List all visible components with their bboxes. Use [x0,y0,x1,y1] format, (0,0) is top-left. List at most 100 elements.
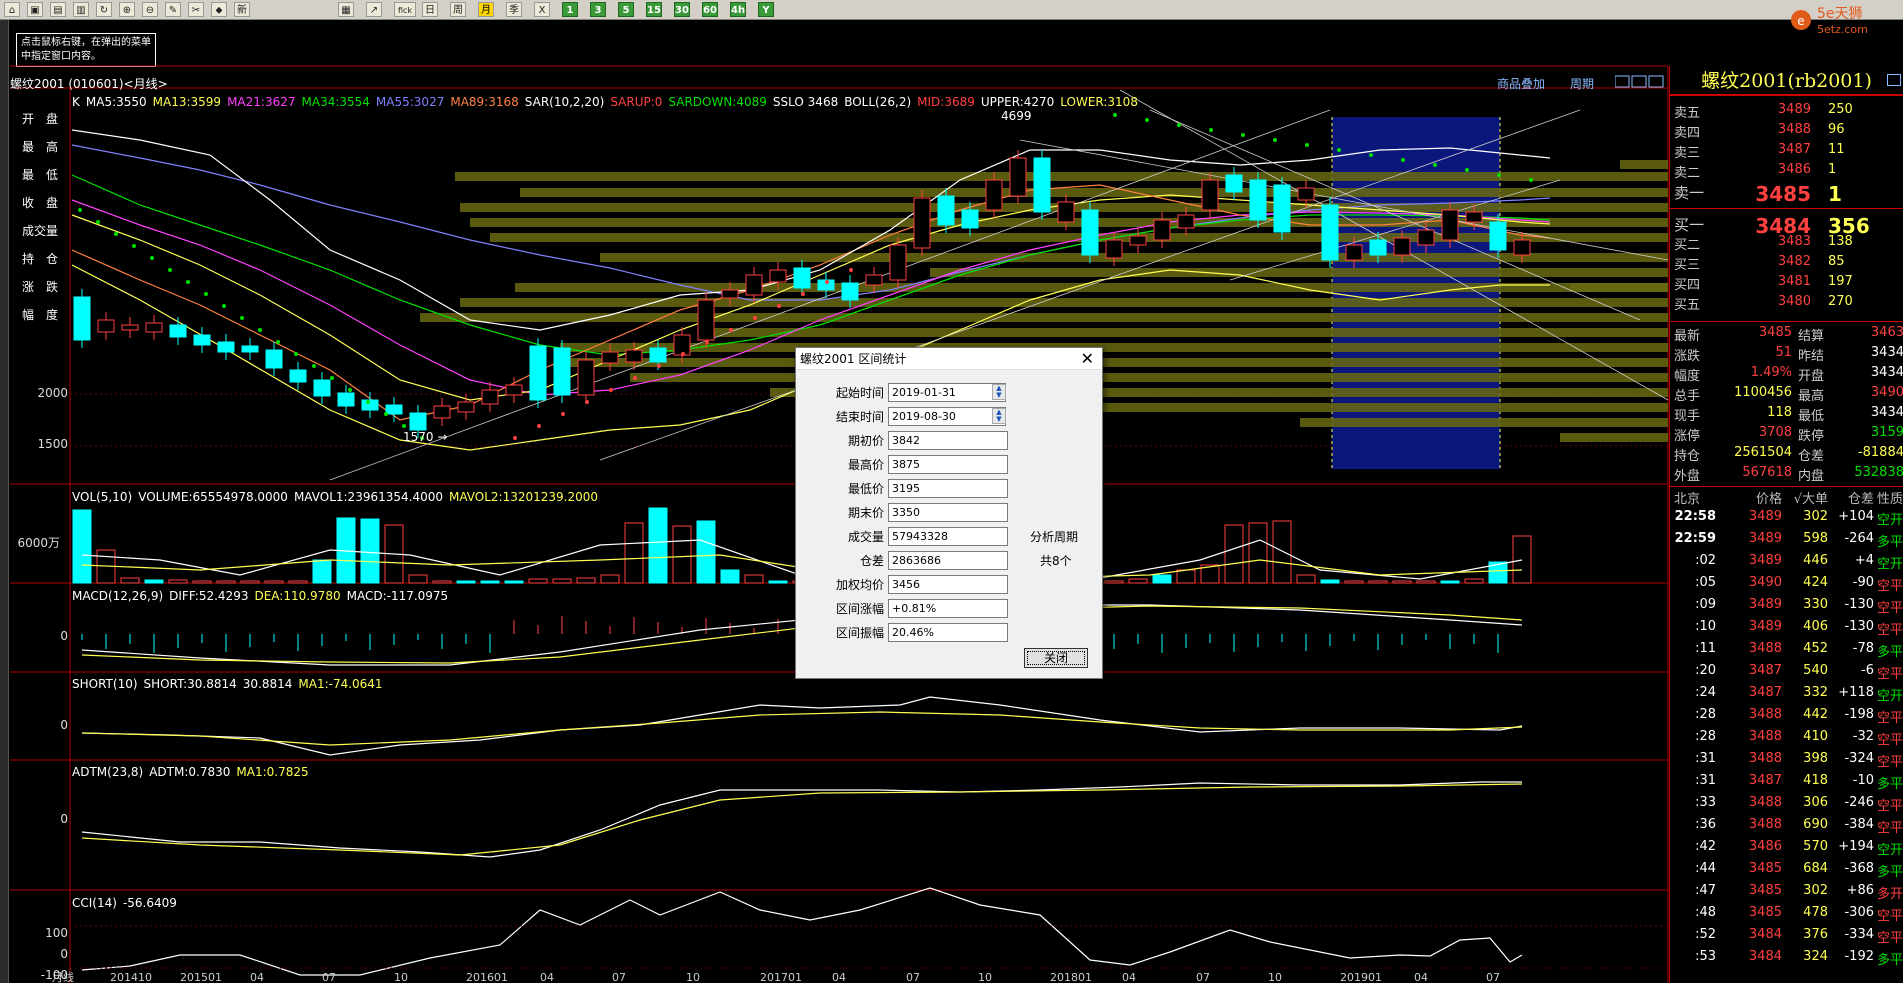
period-link[interactable]: 周期 [1570,75,1594,92]
x-axis-tick-label: 04 [1414,971,1428,983]
value-field[interactable]: +0.81% [888,599,1008,618]
dialog-title: 螺纹2001 区间统计 [800,352,907,366]
instrument-title: 螺纹2001(rb2001) [1670,66,1903,96]
tick-t: :31 [1695,751,1716,766]
date-input[interactable]: 2019-08-30 [888,407,1006,426]
date-input[interactable]: 2019-01-31 [888,383,1006,402]
volume-bar [312,559,332,584]
spinner-icon[interactable]: ▲ ▼ [992,384,1006,400]
tick-row: :31 3487 418 -10 多平 [1670,773,1903,795]
volume-profile-bar [455,172,1668,181]
candle [121,324,139,331]
tick-p: 3489 [1748,553,1782,568]
quote-label: 开盘 [1798,369,1825,384]
tick-header-label: 价格 [1755,492,1782,507]
dialog-period-label: 分析周期 [1030,530,1079,544]
tick-v: 540 [1803,663,1828,678]
value-field[interactable]: 3195 [888,479,1008,498]
tick-row: :31 3488 398 -324 空平 [1670,751,1903,773]
candle [745,274,763,296]
tick-c: +86 [1846,883,1874,898]
candle [697,299,715,341]
volume-bar [1104,580,1124,584]
tick-p: 3489 [1748,619,1782,634]
spinner-icon[interactable]: ▲ ▼ [992,408,1006,424]
tick-c: -78 [1852,641,1874,656]
value-field[interactable]: 20.46% [888,623,1008,642]
dialog-row: 最高价 3875 [796,455,1026,475]
close-icon[interactable]: ✕ [1081,348,1094,370]
bid-row[interactable]: 买四 3481 197 [1670,274,1903,294]
bid-row[interactable]: 买五 3480 270 [1670,294,1903,314]
candle [649,347,667,363]
tick-t: :52 [1695,927,1716,942]
interval-stats-dialog[interactable]: 螺纹2001 区间统计 ✕ 起始时间 2019-01-31 ▲ ▼ 结束时间 2019-0… [795,347,1103,679]
ask-row[interactable]: 卖五 3489 250 [1670,102,1903,122]
value-field[interactable]: 3456 [888,575,1008,594]
tick-p: 3485 [1748,861,1782,876]
volume-bar [696,520,716,584]
value-field[interactable]: 3875 [888,455,1008,474]
tick-row: :09 3489 330 -130 空平 [1670,597,1903,619]
bid-row[interactable]: 买三 3482 85 [1670,254,1903,274]
quote-row: 现手 118 最低 3434 [1670,405,1903,425]
ask-row[interactable]: 卖三 3487 11 [1670,142,1903,162]
volume-bar [360,518,380,584]
value-field[interactable]: 3350 [888,503,1008,522]
dialog-field-label: 期初价 [847,434,884,448]
ask-row[interactable]: 卖一 3485 1 [1670,182,1903,208]
window-buttons[interactable] [1614,75,1665,88]
x-axis-tick-label: 10 [1268,971,1282,983]
x-axis-tick-label: 201901 [1340,971,1382,983]
book-lbl: 卖三 [1674,146,1701,161]
vol-indicator-bar: VOL(5,10) VOLUME:65554978.0000 MAVOL1:2396… [72,490,604,504]
quote-label: 昨结 [1798,349,1825,364]
overlay-link[interactable]: 商品叠加 [1497,75,1545,92]
indicator-value: MAVOL2:13201239.2000 [449,490,599,504]
indicator-value: VOL(5,10) [72,490,133,504]
quote-value: 3434 [1870,405,1903,420]
sar-dot [585,400,589,404]
book-vol: 11 [1828,142,1845,157]
book-vol: 1 [1828,182,1842,206]
ask-row[interactable]: 卖四 3488 96 [1670,122,1903,142]
candle [1417,229,1435,246]
volume-profile-bar [560,358,1668,367]
value-field[interactable]: 2863686 [888,551,1008,570]
high-price-mark: 4699 [1001,109,1032,123]
dialog-row: 起始时间 2019-01-31 ▲ ▼ [796,383,1026,403]
value-field[interactable]: 3842 [888,431,1008,450]
window-icon[interactable] [1887,74,1901,86]
close-button[interactable]: 关闭 [1024,648,1088,668]
volume-bar [552,578,572,584]
indicator-value: VOLUME:65554978.0000 [138,490,288,504]
bid-row[interactable]: 买二 3483 138 [1670,234,1903,254]
indicator-value: LOWER:3108 [1060,95,1138,109]
volume-bar [720,569,740,584]
volume-bar [240,580,260,584]
ask-row[interactable]: 卖二 3486 1 [1670,162,1903,182]
tick-c: -6 [1861,663,1874,678]
tick-p: 3488 [1748,707,1782,722]
value-field[interactable]: 57943328 [888,527,1008,546]
x-axis-tick-label: 07 [906,971,920,983]
tick-p: 3487 [1748,773,1782,788]
tick-v: 684 [1803,861,1828,876]
tick-row: 22:59 3489 598 -264 多平 [1670,531,1903,553]
indicator-value: SAR(10,2,20) [524,95,605,109]
sar-dot [681,352,685,356]
sar-dot [1273,138,1277,142]
tick-v: 410 [1803,729,1828,744]
candle [889,244,907,281]
candle [481,389,499,405]
sar-dot [537,424,541,428]
indicator-value: MACD:-117.0975 [346,589,449,603]
book-price: 3486 [1777,162,1811,177]
sar-dot [849,268,853,272]
candle [313,379,331,397]
candle [385,404,403,415]
sar-dot [258,328,262,332]
x-axis-tick-label: 201601 [466,971,508,983]
dialog-titlebar[interactable]: 螺纹2001 区间统计 ✕ [796,348,1102,370]
sar-dot [609,388,613,392]
